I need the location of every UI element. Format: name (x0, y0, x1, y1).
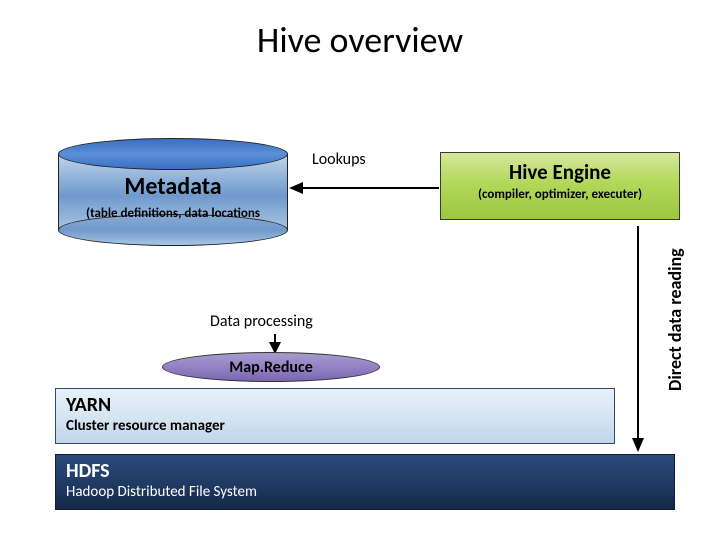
metadata-title: Metadata (58, 172, 288, 201)
lookups-label: Lookups (312, 150, 366, 169)
arrow-lookups (287, 178, 442, 198)
yarn-title: YARN (66, 393, 604, 417)
data-processing-label: Data processing (210, 312, 313, 331)
cylinder-top (58, 138, 288, 170)
yarn-subtitle: Cluster resource manager (66, 417, 604, 435)
page-title: Hive overview (0, 0, 720, 62)
mapreduce-box: Map.Reduce (162, 352, 380, 382)
hdfs-box: HDFS Hadoop Distributed File System (55, 454, 675, 510)
metadata-cylinder: Metadata (table definitions, data locati… (58, 138, 288, 246)
hive-engine-box: Hive Engine (compiler, optimizer, execut… (440, 152, 680, 220)
hdfs-title: HDFS (66, 459, 664, 483)
hdfs-subtitle: Hadoop Distributed File System (66, 483, 664, 501)
metadata-subtitle: (table definitions, data locations (58, 206, 288, 221)
yarn-box: YARN Cluster resource manager (55, 388, 615, 444)
arrow-direct-reading (628, 226, 648, 454)
hive-engine-title: Hive Engine (441, 153, 679, 185)
hive-engine-subtitle: (compiler, optimizer, executer) (441, 187, 679, 202)
direct-data-reading-label: Direct data reading (664, 232, 686, 407)
